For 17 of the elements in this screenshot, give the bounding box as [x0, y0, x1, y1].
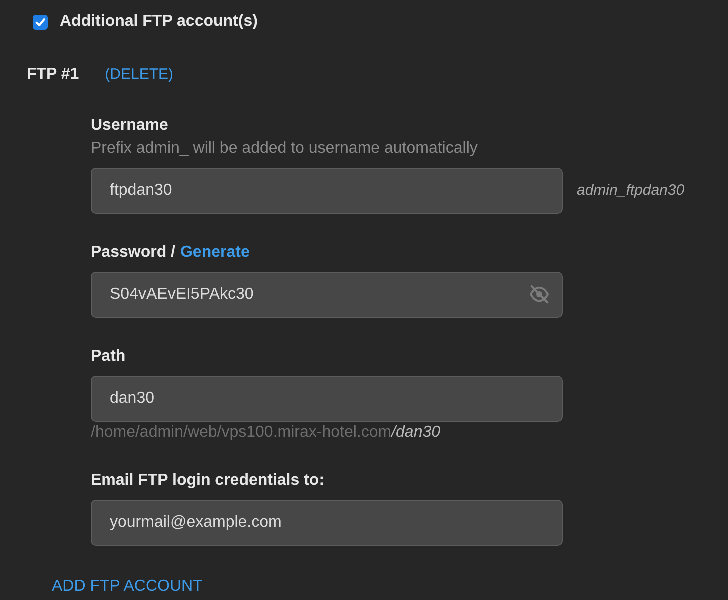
- username-field[interactable]: ftpdan30: [91, 168, 563, 214]
- checkbox[interactable]: [33, 14, 48, 30]
- path-hint: /home/admin/web/vps100.mirax-hotel.com/dan30: [91, 424, 441, 442]
- field-label: Path: [91, 347, 126, 367]
- delete-link[interactable]: (DELETE): [105, 64, 174, 86]
- email-field[interactable]: yourmail@example.com: [91, 500, 563, 546]
- add-account-link[interactable]: ADD FTP ACCOUNT: [52, 575, 203, 599]
- password-field[interactable]: S04vAEvEI5PAkc30: [91, 272, 563, 318]
- field-label: Username: [91, 116, 168, 136]
- path-field[interactable]: dan30: [91, 376, 563, 422]
- field-hint: Prefix admin_ will be added to username automatically: [91, 140, 478, 158]
- field-label: Email FTP login credentials to:: [91, 471, 325, 491]
- section-title: FTP #1: [27, 65, 80, 85]
- generate-link[interactable]: Generate: [180, 241, 250, 265]
- username-preview: admin_ftpdan30: [577, 180, 685, 201]
- field-label: Password /: [91, 243, 176, 263]
- checkbox-label: Additional FTP account(s): [60, 12, 258, 32]
